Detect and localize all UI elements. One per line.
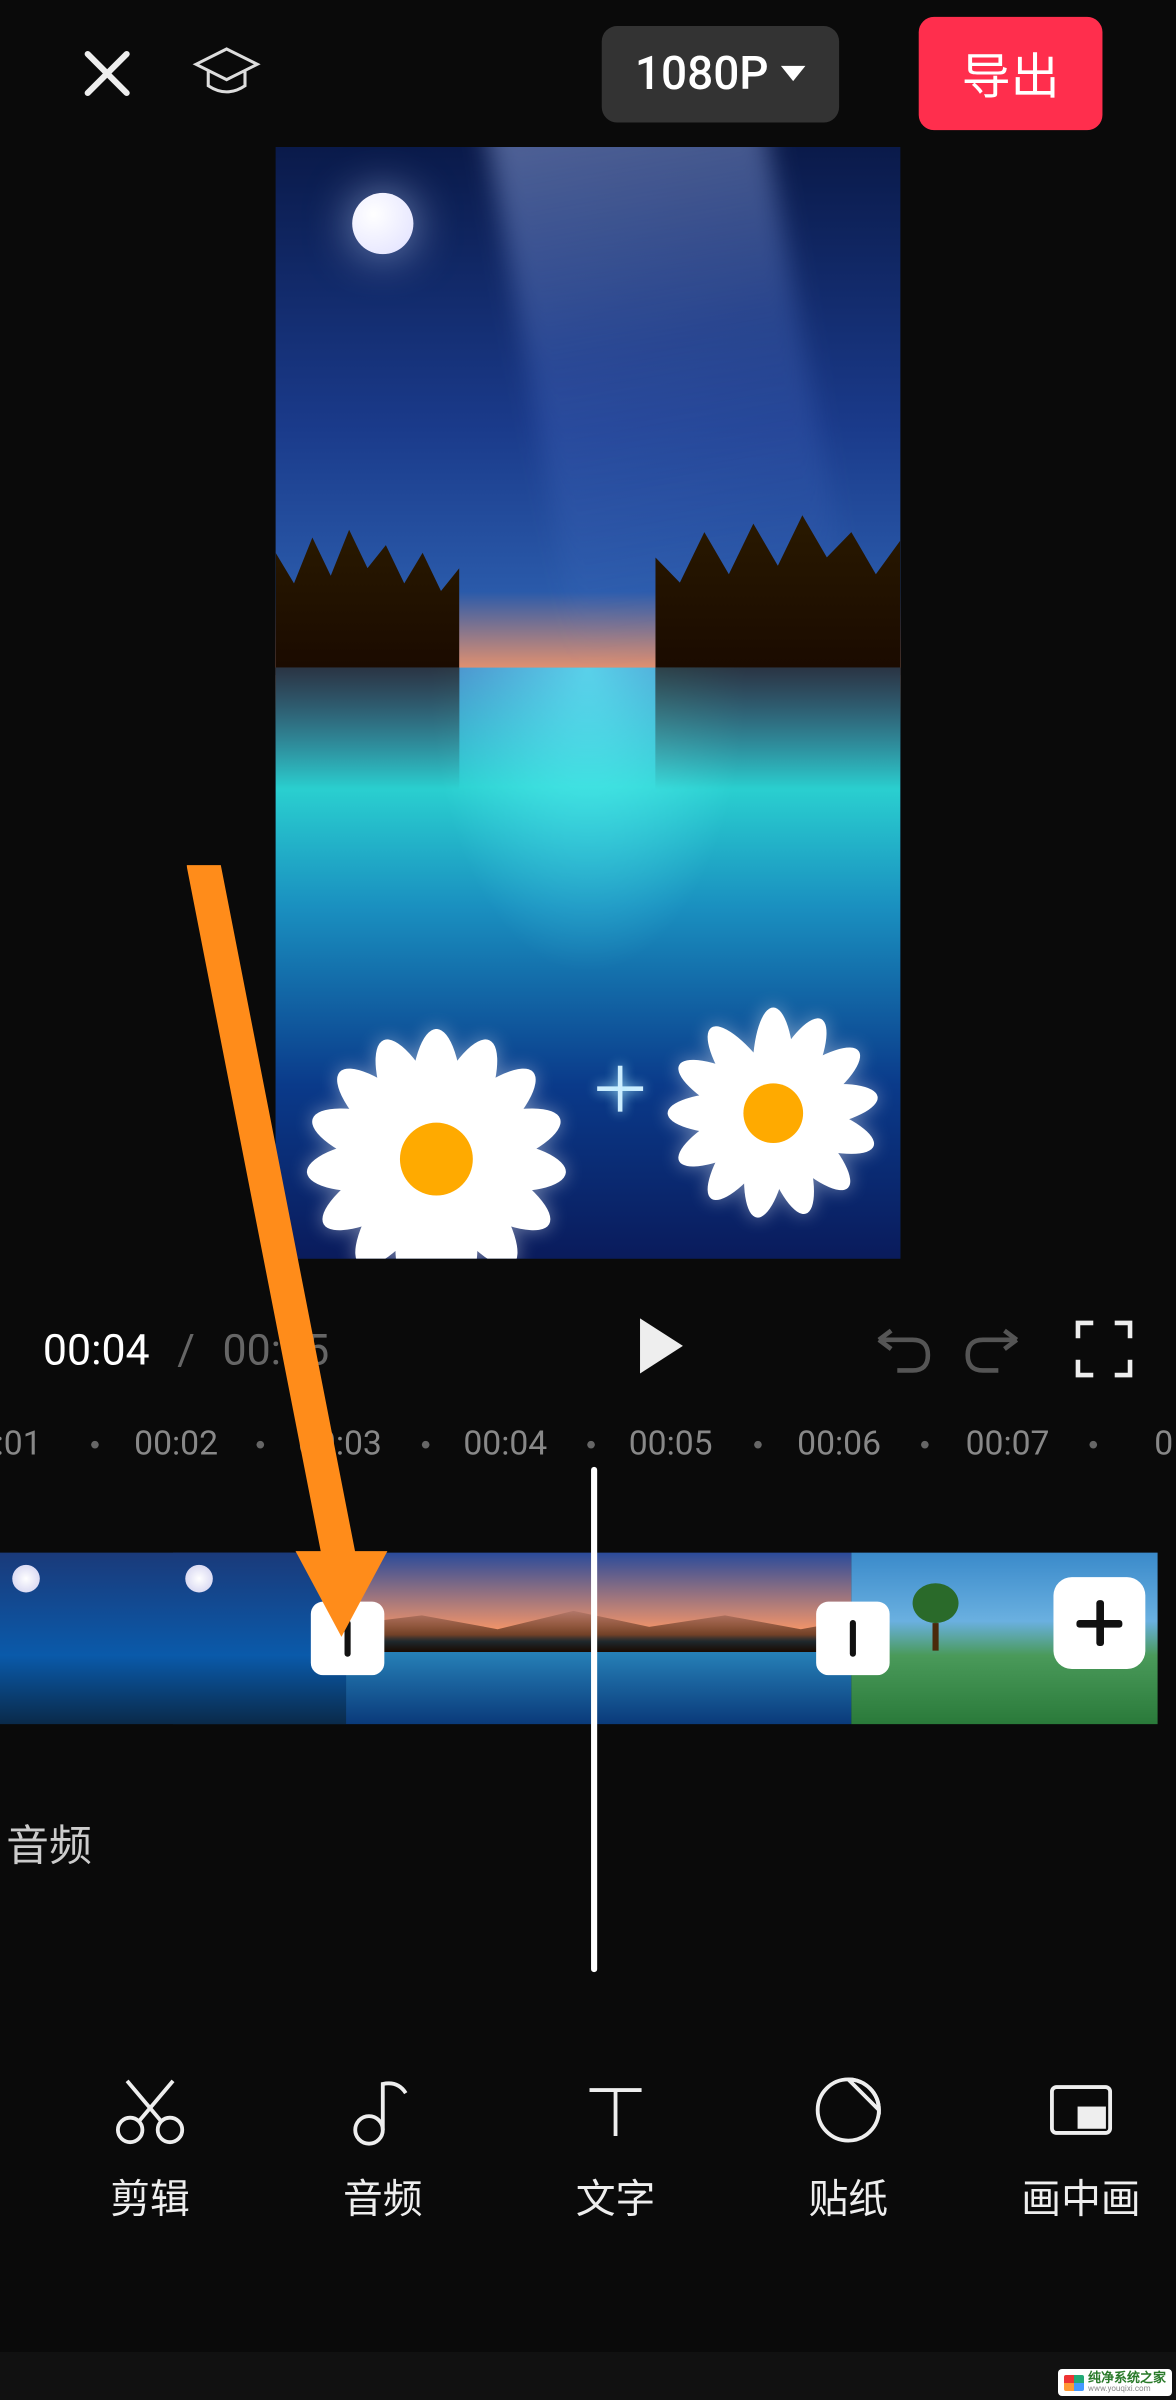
export-button[interactable]: 导出 bbox=[919, 17, 1103, 130]
tool-label: 画中画 bbox=[1021, 2167, 1140, 2224]
top-bar: 1080P 导出 bbox=[0, 0, 1176, 147]
resolution-dropdown[interactable]: 1080P bbox=[601, 25, 839, 121]
close-icon[interactable] bbox=[73, 40, 140, 107]
audio-track-label[interactable]: 音频 bbox=[0, 1813, 92, 1874]
watermark-logo-icon bbox=[1064, 2375, 1084, 2391]
add-clip-button[interactable] bbox=[1053, 1577, 1145, 1669]
audio-tool[interactable]: 音频 bbox=[322, 2069, 444, 2224]
bottom-toolbar: 剪辑 音频 文字 贴纸 画中画 特 bbox=[0, 2040, 1176, 2254]
playhead[interactable] bbox=[591, 1467, 597, 1972]
ruler-tick: 00:07 bbox=[966, 1425, 1050, 1463]
watermark-url: www.youqixi.com bbox=[1088, 2385, 1166, 2393]
ruler-tick: 00:03 bbox=[298, 1425, 382, 1463]
playback-controls: 00:04 / 00:15 bbox=[0, 1295, 1176, 1402]
ruler-tick: 00:06 bbox=[797, 1425, 881, 1463]
ruler-tick: 00:02 bbox=[134, 1425, 218, 1463]
pip-icon bbox=[1041, 2069, 1121, 2149]
clip-track bbox=[0, 1553, 1158, 1724]
redo-button[interactable] bbox=[962, 1315, 1029, 1382]
tool-label: 剪辑 bbox=[110, 2167, 190, 2224]
sticker-icon bbox=[808, 2069, 888, 2149]
time-separator: / bbox=[177, 1324, 195, 1375]
undo-button[interactable] bbox=[867, 1315, 934, 1382]
pip-tool[interactable]: 画中画 bbox=[1020, 2069, 1142, 2224]
watermark: 纯净系统之家 www.youqixi.com bbox=[1058, 2369, 1172, 2396]
text-icon bbox=[576, 2069, 656, 2149]
resolution-label: 1080P bbox=[635, 47, 769, 101]
play-button[interactable] bbox=[640, 1318, 701, 1379]
music-note-icon bbox=[343, 2069, 423, 2149]
tutorial-icon[interactable] bbox=[190, 37, 263, 110]
video-clip[interactable] bbox=[0, 1553, 346, 1724]
video-canvas[interactable] bbox=[276, 147, 901, 1259]
ruler-tick: 0:01 bbox=[0, 1425, 42, 1463]
text-tool[interactable]: 文字 bbox=[554, 2069, 676, 2224]
timeline[interactable]: 音频 bbox=[0, 1507, 1176, 1767]
tool-label: 音频 bbox=[343, 2167, 423, 2224]
edit-tool[interactable]: 剪辑 bbox=[89, 2069, 211, 2224]
scissors-icon bbox=[110, 2069, 190, 2149]
ruler-tick: 00:04 bbox=[463, 1425, 547, 1463]
transition-icon bbox=[345, 1620, 351, 1657]
time-ruler[interactable]: 0:01 00:02 00:03 00:04 00:05 00:06 00:07… bbox=[0, 1403, 1176, 1476]
transition-icon bbox=[850, 1620, 856, 1657]
current-time: 00:04 bbox=[43, 1324, 150, 1375]
ruler-tick: 00:05 bbox=[629, 1425, 713, 1463]
preview-area bbox=[0, 147, 1176, 1295]
total-time: 00:15 bbox=[222, 1324, 329, 1375]
chevron-down-icon bbox=[781, 66, 805, 81]
tool-label: 贴纸 bbox=[808, 2167, 888, 2224]
ruler-tick: 0 bbox=[1154, 1425, 1173, 1463]
transition-button[interactable] bbox=[311, 1602, 384, 1675]
sticker-tool[interactable]: 贴纸 bbox=[787, 2069, 909, 2224]
video-clip[interactable] bbox=[346, 1553, 851, 1724]
play-icon bbox=[640, 1318, 683, 1373]
fullscreen-button[interactable] bbox=[1075, 1320, 1133, 1378]
tool-label: 文字 bbox=[576, 2167, 656, 2224]
transition-button[interactable] bbox=[816, 1602, 889, 1675]
